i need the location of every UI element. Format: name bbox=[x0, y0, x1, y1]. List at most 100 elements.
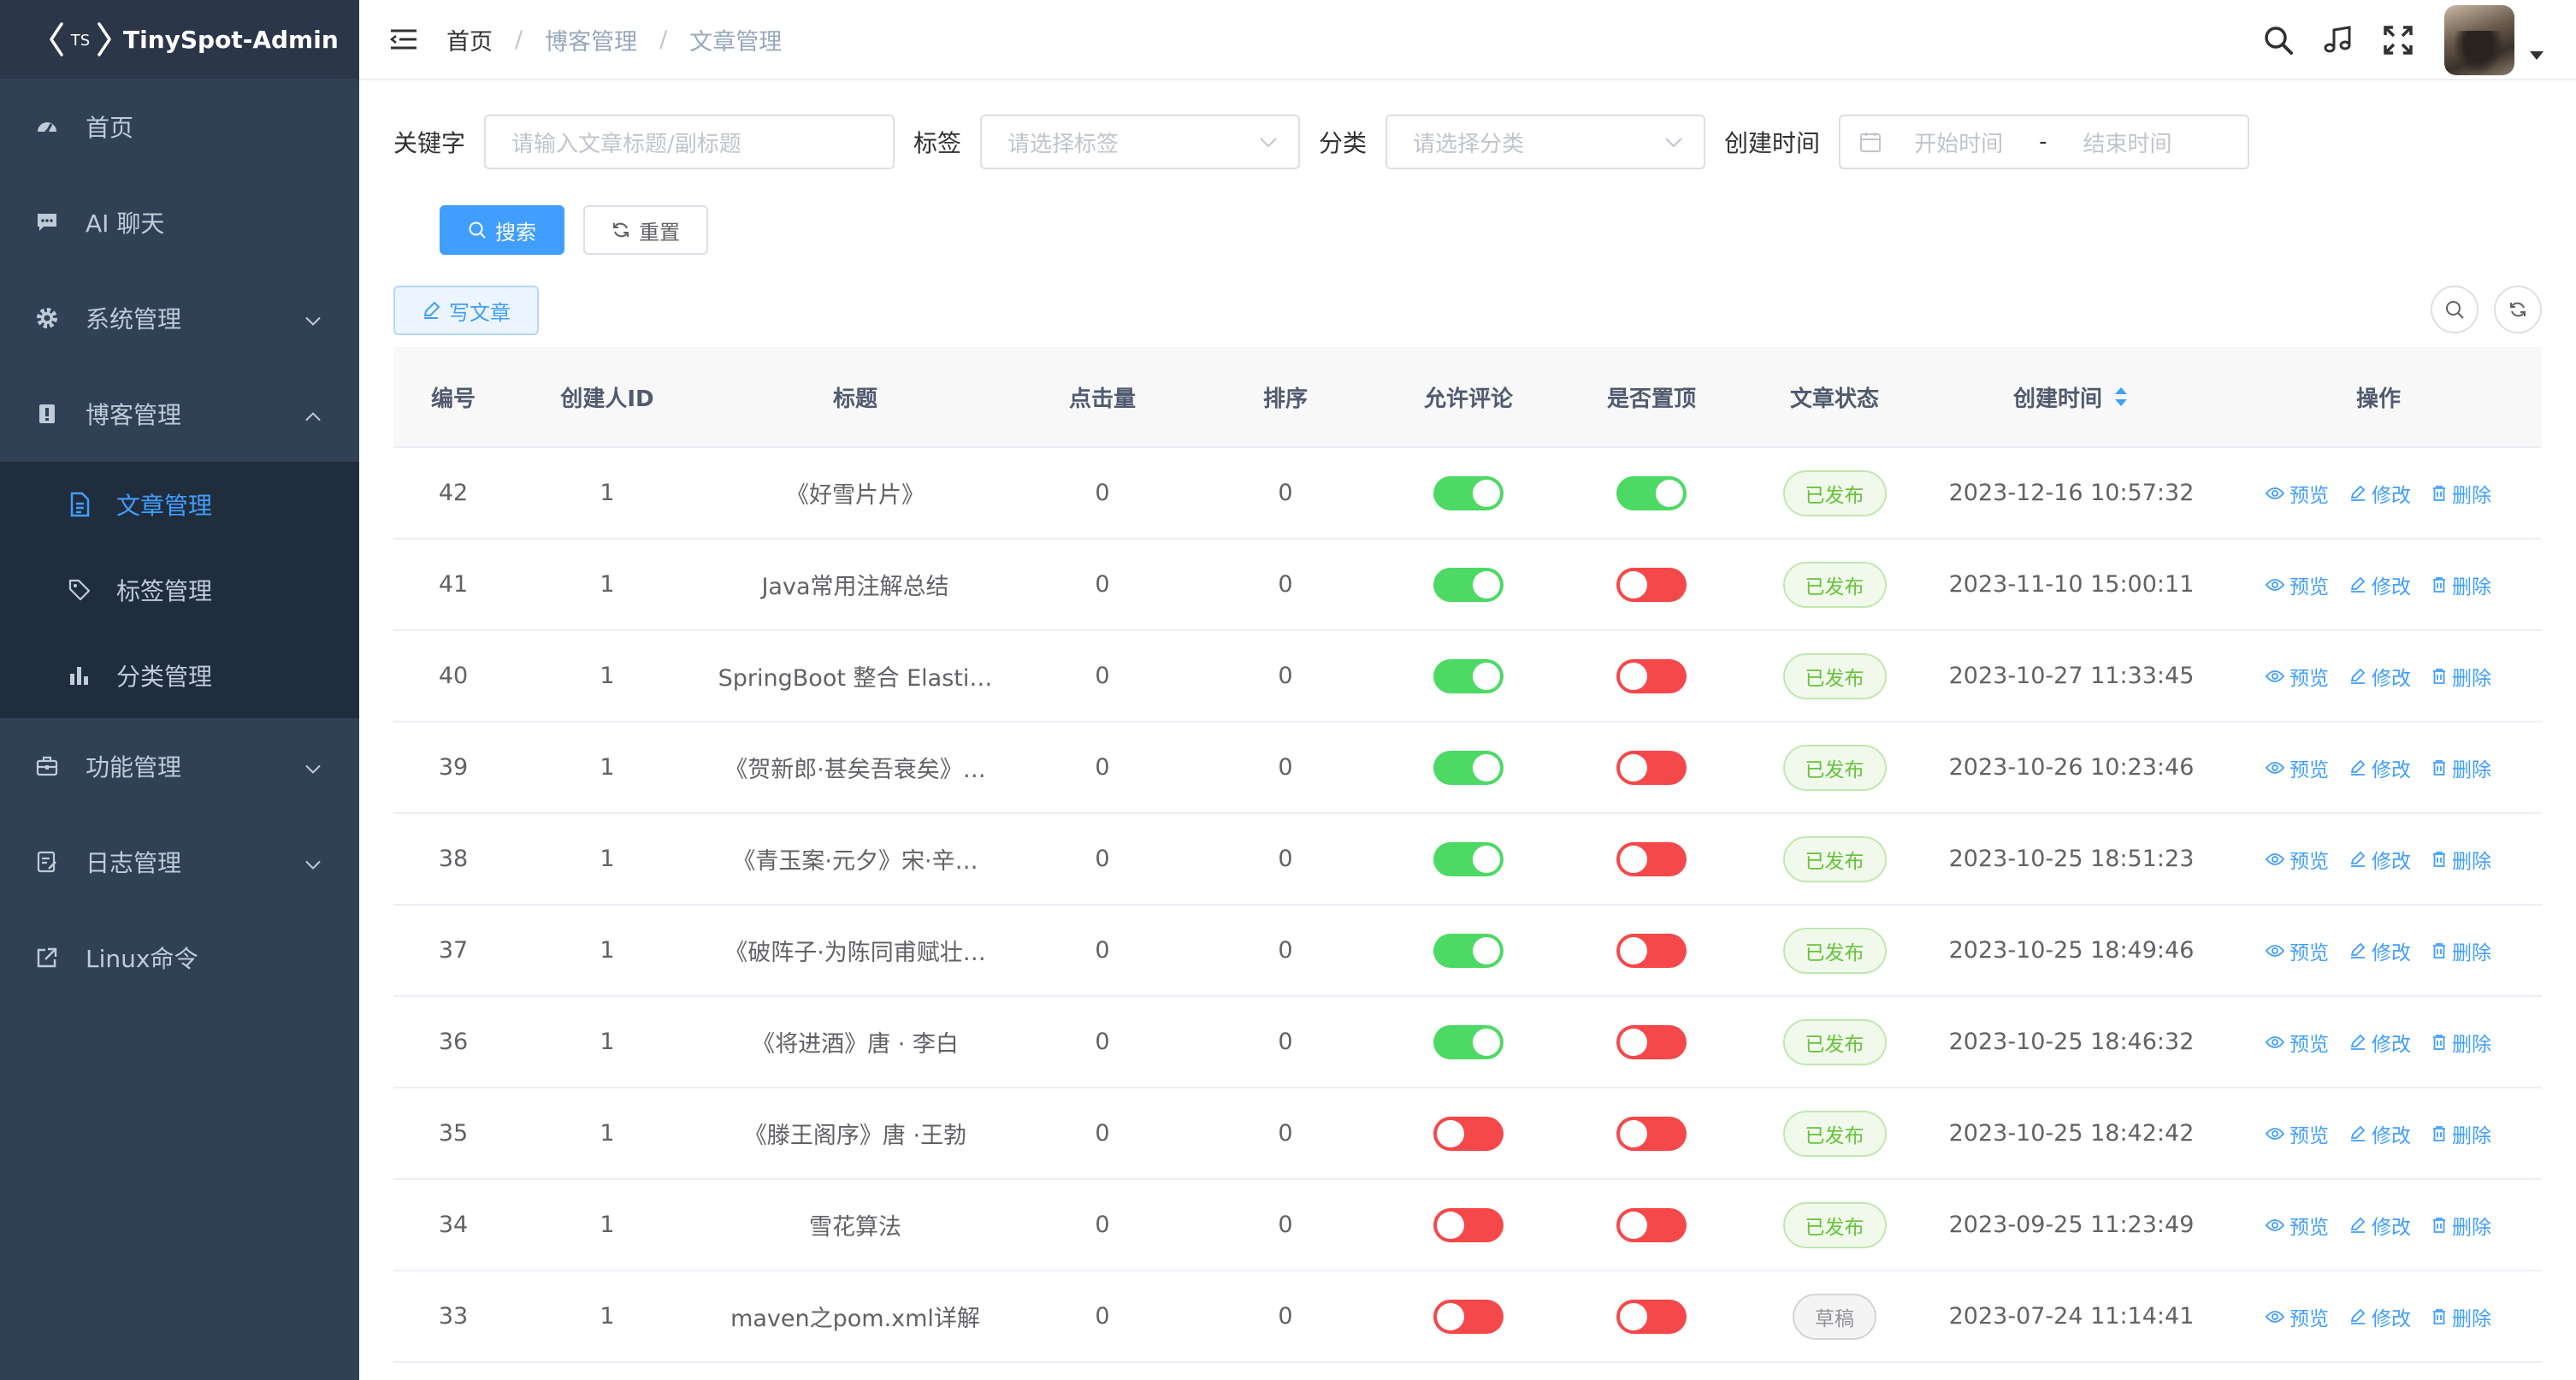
edit-button[interactable]: 修改 bbox=[2349, 1119, 2411, 1148]
pinned-switch[interactable] bbox=[1616, 658, 1687, 693]
edit-button[interactable]: 修改 bbox=[2349, 753, 2411, 782]
preview-button[interactable]: 预览 bbox=[2266, 936, 2329, 965]
allow-comment-switch[interactable] bbox=[1433, 475, 1504, 510]
cell-pinned bbox=[1562, 1024, 1741, 1059]
preview-button[interactable]: 预览 bbox=[2266, 570, 2329, 599]
category-select[interactable]: 请选择分类 bbox=[1385, 115, 1706, 169]
preview-button[interactable]: 预览 bbox=[2266, 1119, 2329, 1148]
table-row: 41 1 Java常用注解总结 0 0 已发布 2023-11-10 15:00… bbox=[393, 540, 2542, 631]
pinned-switch[interactable] bbox=[1616, 841, 1687, 876]
search-icon[interactable] bbox=[2260, 21, 2297, 59]
avatar[interactable] bbox=[2444, 5, 2514, 75]
switch-knob bbox=[1620, 845, 1647, 873]
delete-button[interactable]: 删除 bbox=[2431, 479, 2491, 508]
preview-button[interactable]: 预览 bbox=[2266, 1302, 2329, 1331]
pinned-switch[interactable] bbox=[1616, 750, 1687, 785]
toggle-search-button[interactable] bbox=[2431, 286, 2479, 333]
eye-icon bbox=[2266, 578, 2284, 592]
cell-title: 《好雪片片》 bbox=[786, 482, 925, 509]
delete-button[interactable]: 删除 bbox=[2431, 662, 2491, 691]
preview-button[interactable]: 预览 bbox=[2266, 662, 2329, 691]
write-article-button[interactable]: 写文章 bbox=[393, 286, 539, 335]
breadcrumb-home[interactable]: 首页 bbox=[446, 23, 493, 56]
allow-comment-switch[interactable] bbox=[1433, 567, 1504, 602]
music-icon[interactable] bbox=[2319, 21, 2357, 59]
sidebar-item-features[interactable]: 功能管理 bbox=[0, 718, 359, 814]
edit-button[interactable]: 修改 bbox=[2349, 479, 2411, 508]
cell-created-time: 2023-10-25 18:42:42 bbox=[1948, 1120, 2195, 1147]
preview-button[interactable]: 预览 bbox=[2266, 479, 2329, 508]
preview-button[interactable]: 预览 bbox=[2266, 1028, 2329, 1057]
sidebar-item-ai-chat[interactable]: AI 聊天 bbox=[0, 174, 359, 270]
cell-creator-id: 1 bbox=[600, 480, 615, 506]
allow-comment-switch[interactable] bbox=[1433, 1024, 1504, 1059]
edit-button[interactable]: 修改 bbox=[2349, 570, 2411, 599]
reset-button[interactable]: 重置 bbox=[583, 205, 708, 255]
pinned-switch[interactable] bbox=[1616, 1299, 1687, 1334]
pinned-switch[interactable] bbox=[1616, 933, 1687, 968]
pinned-switch[interactable] bbox=[1616, 475, 1687, 510]
cell-clicks: 0 bbox=[1095, 1212, 1110, 1238]
allow-comment-switch[interactable] bbox=[1433, 750, 1504, 785]
sidebar-item-category-management[interactable]: 分类管理 bbox=[0, 633, 359, 718]
caret-down-icon[interactable] bbox=[2530, 51, 2544, 60]
fullscreen-icon[interactable] bbox=[2379, 21, 2417, 59]
sidebar-item-home[interactable]: 首页 bbox=[0, 79, 359, 174]
sidebar-item-article-management[interactable]: 文章管理 bbox=[0, 462, 359, 547]
switch-knob bbox=[1620, 1028, 1647, 1056]
column-header-created-time[interactable]: 创建时间 bbox=[1928, 381, 2215, 413]
edit-button[interactable]: 修改 bbox=[2349, 662, 2411, 691]
delete-button[interactable]: 删除 bbox=[2431, 1211, 2491, 1240]
search-button[interactable]: 搜索 bbox=[440, 205, 564, 255]
sidebar-item-blog[interactable]: 博客管理 bbox=[0, 366, 359, 462]
sidebar-item-logs[interactable]: 日志管理 bbox=[0, 814, 359, 910]
cell-creator-id: 1 bbox=[600, 1212, 615, 1238]
trash-icon bbox=[2431, 942, 2447, 959]
delete-button[interactable]: 删除 bbox=[2431, 1028, 2491, 1057]
preview-button[interactable]: 预览 bbox=[2266, 1211, 2329, 1240]
cell-title: 《滕王阁序》唐 ·王勃 bbox=[743, 1123, 967, 1149]
pinned-switch[interactable] bbox=[1616, 1024, 1687, 1059]
delete-button[interactable]: 删除 bbox=[2431, 753, 2491, 782]
delete-button[interactable]: 删除 bbox=[2431, 1119, 2491, 1148]
allow-comment-switch[interactable] bbox=[1433, 933, 1504, 968]
delete-button[interactable]: 删除 bbox=[2431, 570, 2491, 599]
pinned-switch[interactable] bbox=[1616, 1116, 1687, 1151]
edit-button[interactable]: 修改 bbox=[2349, 936, 2411, 965]
trash-icon bbox=[2431, 1125, 2447, 1142]
keyword-input[interactable]: 请输入文章标题/副标题 bbox=[484, 115, 895, 169]
pinned-switch[interactable] bbox=[1616, 1207, 1687, 1242]
cell-actions: 预览 修改 删除 bbox=[2215, 662, 2542, 691]
delete-label: 删除 bbox=[2452, 850, 2491, 873]
cell-clicks: 0 bbox=[1095, 571, 1110, 598]
delete-button[interactable]: 删除 bbox=[2431, 1302, 2491, 1331]
allow-comment-switch[interactable] bbox=[1433, 841, 1504, 876]
sidebar-item-label: 首页 bbox=[86, 114, 134, 142]
write-article-label: 写文章 bbox=[449, 300, 511, 325]
tag-select[interactable]: 请选择标签 bbox=[980, 115, 1301, 169]
edit-button[interactable]: 修改 bbox=[2349, 1028, 2411, 1057]
logo[interactable]: TS TinySpot-Admin bbox=[0, 0, 359, 79]
sidebar-item-linux-commands[interactable]: Linux命令 bbox=[0, 910, 359, 1006]
preview-button[interactable]: 预览 bbox=[2266, 753, 2329, 782]
menu-fold-icon[interactable] bbox=[388, 24, 419, 55]
date-range-picker[interactable]: 开始时间 - 结束时间 bbox=[1839, 115, 2250, 169]
sidebar-item-tag-management[interactable]: 标签管理 bbox=[0, 547, 359, 633]
allow-comment-switch[interactable] bbox=[1433, 1207, 1504, 1242]
start-date-input[interactable]: 开始时间 bbox=[1914, 127, 2003, 158]
allow-comment-switch[interactable] bbox=[1433, 1299, 1504, 1334]
pinned-switch[interactable] bbox=[1616, 567, 1687, 602]
refresh-table-button[interactable] bbox=[2494, 286, 2542, 333]
allow-comment-switch[interactable] bbox=[1433, 658, 1504, 693]
edit-button[interactable]: 修改 bbox=[2349, 1302, 2411, 1331]
edit-button[interactable]: 修改 bbox=[2349, 1211, 2411, 1240]
delete-button[interactable]: 删除 bbox=[2431, 936, 2491, 965]
delete-label: 删除 bbox=[2452, 1033, 2491, 1056]
delete-button[interactable]: 删除 bbox=[2431, 845, 2491, 874]
sidebar-item-system[interactable]: 系统管理 bbox=[0, 270, 359, 366]
end-date-input[interactable]: 结束时间 bbox=[2083, 127, 2171, 158]
allow-comment-switch[interactable] bbox=[1433, 1116, 1504, 1151]
preview-button[interactable]: 预览 bbox=[2266, 845, 2329, 874]
edit-button[interactable]: 修改 bbox=[2349, 845, 2411, 874]
sort-icon[interactable] bbox=[2112, 386, 2130, 408]
